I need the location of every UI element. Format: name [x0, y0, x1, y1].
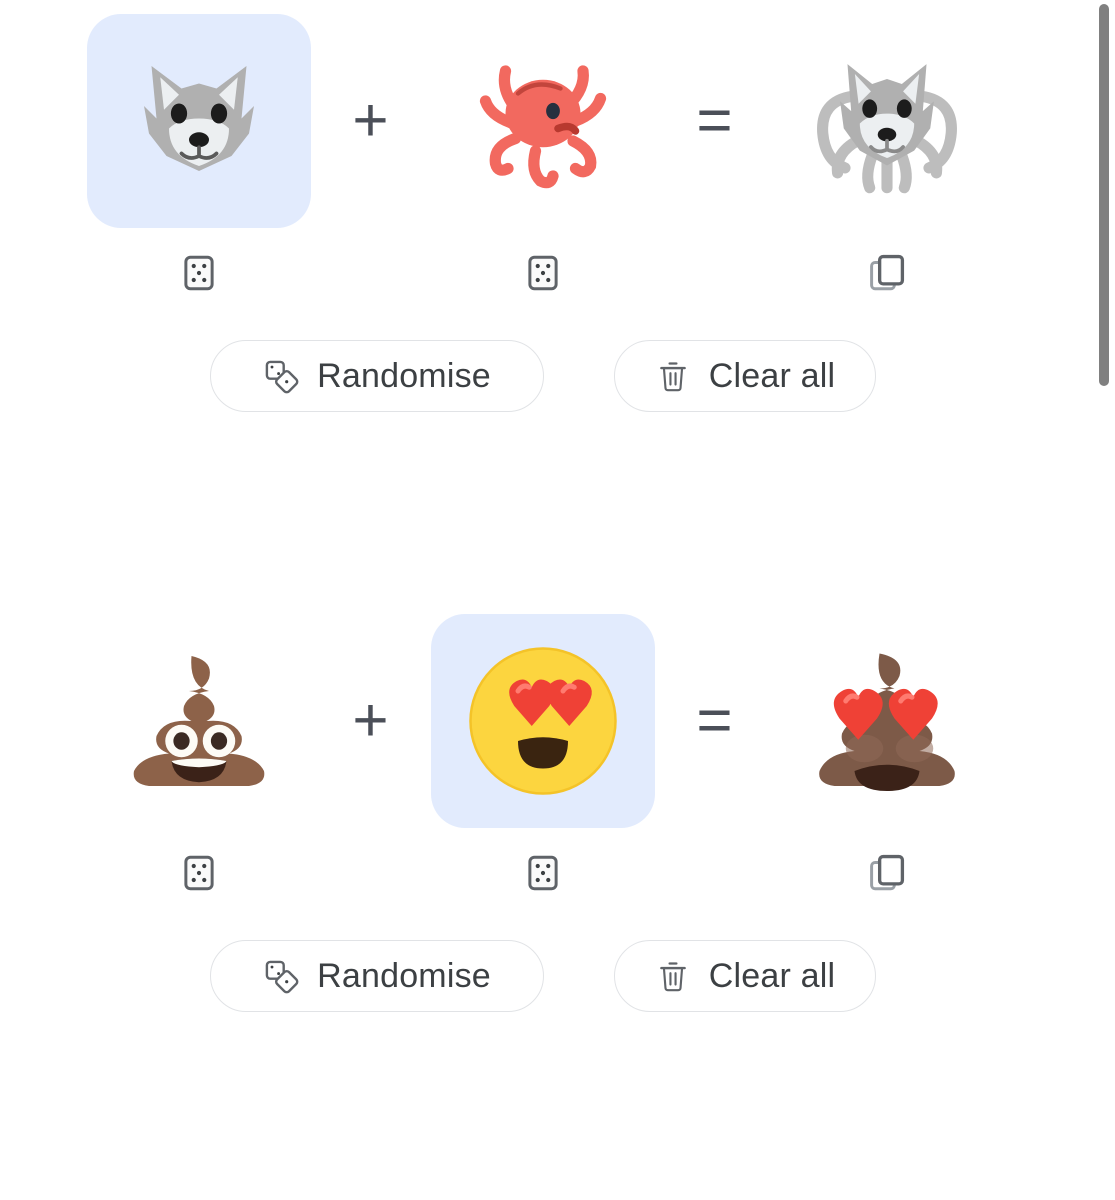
mashup-card: + = Randomise Clear all — [0, 600, 1085, 1200]
poo-heart-eyes-mashup-emoji — [807, 641, 967, 801]
clear-all-button[interactable]: Clear all — [613, 940, 876, 1012]
copy-icon[interactable] — [863, 249, 911, 297]
randomise-button-label: Randomise — [317, 956, 491, 995]
vertical-scrollbar-track[interactable] — [1093, 0, 1115, 1200]
randomise-button[interactable]: Randomise — [209, 340, 544, 412]
tool-cell-left — [87, 249, 311, 297]
mashup-card: + = Randomise Clear all — [0, 0, 1085, 600]
card-actions: Randomise Clear all — [0, 316, 1085, 436]
emoji-slot-left[interactable] — [86, 14, 311, 228]
two-dice-icon — [262, 957, 300, 995]
dice-icon[interactable] — [175, 849, 223, 897]
two-dice-icon — [262, 357, 300, 395]
clear-all-button[interactable]: Clear all — [613, 340, 876, 412]
randomise-button-label: Randomise — [317, 356, 491, 395]
dice-icon[interactable] — [519, 249, 567, 297]
wolf-octopus-mashup-emoji — [803, 41, 971, 201]
dice-icon[interactable] — [175, 249, 223, 297]
equation-row: + = — [0, 0, 1085, 230]
trash-icon — [654, 357, 692, 395]
equation-row: + = — [0, 600, 1085, 830]
wolf-face-emoji — [119, 41, 279, 201]
clear-all-button-label: Clear all — [708, 356, 836, 395]
tool-icon-row — [0, 830, 1085, 916]
equals-operator: = — [696, 686, 733, 755]
randomise-button[interactable]: Randomise — [209, 940, 544, 1012]
tool-cell-right — [431, 849, 655, 897]
card-actions: Randomise Clear all — [0, 916, 1085, 1036]
tool-icon-row — [0, 230, 1085, 316]
emoji-slot-right[interactable] — [430, 614, 655, 828]
plus-operator: + — [352, 686, 389, 755]
octopus-emoji — [463, 41, 623, 201]
dice-icon[interactable] — [519, 849, 567, 897]
emoji-slot-result[interactable] — [775, 614, 999, 828]
smiling-face-with-heart-eyes-emoji — [463, 641, 623, 801]
emoji-slot-result[interactable] — [775, 14, 999, 228]
pile-of-poo-emoji — [119, 641, 279, 801]
tool-cell-left — [87, 849, 311, 897]
equals-operator: = — [696, 86, 733, 155]
clear-all-button-label: Clear all — [708, 956, 836, 995]
emoji-slot-left[interactable] — [87, 614, 311, 828]
emoji-slot-right[interactable] — [431, 14, 655, 228]
tool-cell-result — [775, 849, 999, 897]
tool-cell-result — [775, 249, 999, 297]
plus-operator: + — [352, 86, 389, 155]
trash-icon — [654, 957, 692, 995]
copy-icon[interactable] — [863, 849, 911, 897]
vertical-scrollbar-thumb[interactable] — [1099, 4, 1109, 386]
tool-cell-right — [431, 249, 655, 297]
emoji-mashup-app: + = Randomise Clear all + = Randomise Cl… — [0, 0, 1115, 1200]
